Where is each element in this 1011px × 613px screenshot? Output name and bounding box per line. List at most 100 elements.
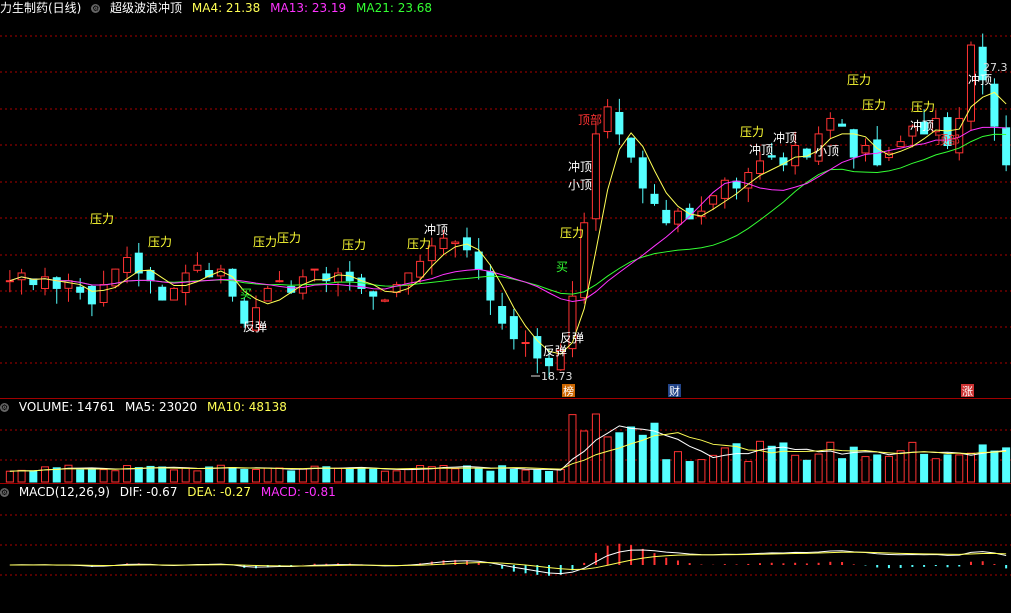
volume-bar [275,467,284,483]
candle-body [650,193,659,204]
buy-label: 买 [240,287,252,301]
marker-label: 财 [669,384,680,398]
volume-bar [580,430,589,483]
small-top-label: 小顶 [568,178,592,192]
candle-body [158,286,167,301]
volume-bar [931,458,940,483]
volume-bar [205,466,214,483]
pressure-label: 压力 [277,231,301,245]
volume-bar [5,470,14,483]
top-label: 冲顶 [749,142,773,157]
volume-bar [896,450,905,483]
volume-bar [673,451,682,483]
top-label: 冲顶 [568,159,592,174]
candle-body [732,180,741,189]
candle-body [369,291,378,297]
marker-label: 涨 [962,385,973,398]
rebound-label: 反弹 [543,344,567,358]
candle-body [87,285,96,305]
candle-body [275,280,284,283]
volume-bar [744,461,753,483]
pressure-label: 压力 [407,237,431,251]
volume-bar [709,454,718,483]
volume-bar [990,450,999,483]
volume-bar [603,436,612,483]
volume-bar [298,468,307,483]
volume-bar [978,444,987,483]
candle-body [509,316,518,340]
volume-bar [404,468,413,483]
volume-bar [662,459,671,483]
volume-bar [1002,447,1011,483]
volume-bar [17,469,26,483]
volume-bar [814,453,823,483]
volume-bar [76,469,85,483]
top-label: 冲顶 [910,118,934,133]
volume-bar [908,441,917,483]
volume-bar [193,470,202,483]
peak-label: 顶部 [936,132,960,147]
candle-body [545,357,554,367]
volume-bar [29,470,38,483]
volume-bar [334,467,343,483]
candle-body [76,286,85,293]
candle-body [498,306,507,324]
top-label: 冲顶 [773,130,797,145]
volume-bar [345,467,354,483]
candle-body [709,195,718,205]
volume-bar [123,465,132,483]
candle-body [638,157,647,189]
volume-bar [87,468,96,483]
volume-bar [228,467,237,483]
pressure-label: 压力 [847,73,871,87]
rebound-label: 反弹 [560,331,584,345]
volume-bar [767,445,776,483]
pressure-label: 压力 [253,235,277,249]
volume-bar [556,468,565,483]
candle-body [826,117,835,131]
candle-body [263,287,272,302]
candle-body [591,133,600,220]
candle-body [416,260,425,278]
volume-bar [240,469,249,483]
volume-bar [826,441,835,483]
volume-bar [755,440,765,483]
candle-body [52,277,61,289]
volume-bar [966,452,975,483]
volume-bar [181,467,190,483]
candle-body [791,144,800,167]
volume-bar [791,454,800,483]
volume-bar [627,426,636,483]
buy-label: 买 [556,260,568,274]
candle-body [603,106,612,133]
volume-bar [943,454,952,483]
peak-label: 顶部 [578,112,602,127]
candle-body [5,280,14,283]
dif-line [9,549,1007,575]
top-label: 冲顶 [424,222,448,237]
volume-bar [322,466,331,483]
candle-body [521,342,530,345]
volume-bar [920,453,929,483]
candle-body [169,287,178,301]
chart-canvas[interactable]: 压力压力 压力 压力 压力 压力压力压力压力压力 压力冲顶冲顶冲顶冲顶冲顶冲顶小顶小顶顶部… [0,0,1011,613]
top-label: 冲顶 [968,72,992,87]
volume-bar [533,469,542,483]
rebound-label: 反弹 [243,320,267,334]
pressure-label: 压力 [90,212,114,226]
ma21-line [9,133,1007,295]
candle-body [451,241,460,245]
marker-label: 榜 [563,384,574,398]
candle-body [615,111,624,135]
volume-bar [263,467,272,483]
volume-bar [545,470,554,483]
volume-bar [732,443,741,483]
volume-bar [521,469,530,483]
candle-body [627,137,636,158]
volume-bar [111,470,120,483]
candle-body [755,160,765,174]
volume-bar [615,432,624,483]
high-price-label: 27.3 [983,61,1008,74]
dea-line [9,551,1007,570]
pressure-label: 压力 [560,226,584,240]
